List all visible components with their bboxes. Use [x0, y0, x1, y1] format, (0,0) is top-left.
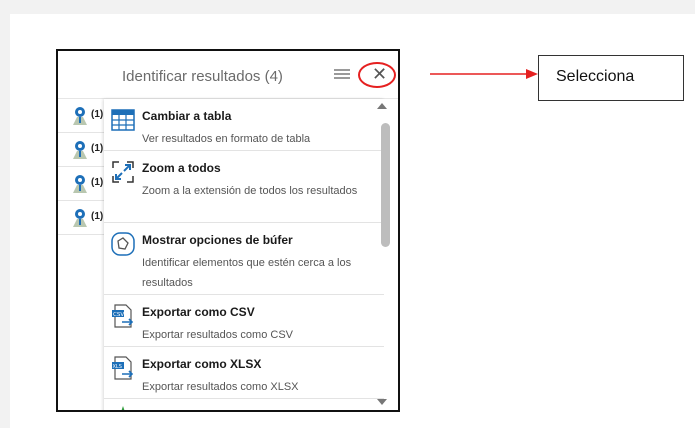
result-count: (1)	[91, 143, 104, 154]
menu-list-icon[interactable]	[334, 69, 350, 81]
annotation-arrow	[430, 69, 538, 79]
list-item[interactable]: (1)	[58, 167, 108, 201]
xlsx-export-icon: XLS	[112, 356, 134, 380]
shapefile-export-icon	[121, 406, 125, 410]
scroll-up-arrow-icon[interactable]	[377, 103, 387, 109]
scroll-down-arrow-icon[interactable]	[377, 399, 387, 405]
menu-item-label: Cambiar a tabla	[142, 109, 232, 123]
menu-item-buffer-options[interactable]: Mostrar opciones de búfer Identificar el…	[104, 223, 384, 295]
menu-item-description: Ver resultados en formato de tabla	[142, 133, 311, 145]
menu-item-zoom-to-all[interactable]: Zoom a todos Zoom a la extensión de todo…	[104, 151, 384, 223]
close-button[interactable]: ✕	[358, 62, 396, 88]
menu-item-label: Exportar como XLSX	[142, 357, 262, 371]
panel-header: Identificar resultados (4) ✕	[58, 51, 398, 99]
menu-item-label: Exportar como CSV	[142, 305, 255, 319]
menu-item-description: Exportar resultados como CSV	[142, 329, 294, 341]
csv-export-icon: CSV	[112, 304, 134, 328]
svg-text:XLS: XLS	[113, 364, 122, 370]
map-pin-icon	[73, 141, 87, 159]
callout-text: Selecciona	[556, 68, 635, 85]
menu-item-label: Mostrar opciones de búfer	[142, 233, 293, 247]
menu-item-partial[interactable]	[104, 399, 384, 410]
panel-title: Identificar resultados (4)	[122, 68, 283, 85]
options-menu: Cambiar a tabla Ver resultados en format…	[104, 99, 384, 410]
result-count: (1)	[91, 177, 104, 188]
identify-results-panel: Identificar resultados (4) ✕ (1) (1) (1)…	[56, 49, 400, 412]
buffer-icon	[111, 232, 135, 256]
scrollbar-thumb[interactable]	[381, 123, 390, 247]
result-count: (1)	[91, 211, 104, 222]
result-list: (1) (1) (1) (1)	[58, 99, 108, 410]
menu-item-label: Zoom a todos	[142, 161, 221, 175]
annotation-circle	[358, 62, 396, 88]
zoom-extent-icon	[112, 161, 134, 183]
list-item[interactable]: (1)	[58, 133, 108, 167]
menu-item-description: Identificar elementos que estén cerca a …	[142, 257, 352, 289]
map-pin-icon	[73, 107, 87, 125]
menu-item-description: Exportar resultados como XLSX	[142, 381, 299, 393]
table-icon	[111, 109, 135, 131]
menu-item-description: Zoom a la extensión de todos los resulta…	[142, 185, 358, 197]
menu-item-export-csv[interactable]: CSV Exportar como CSV Exportar resultado…	[104, 295, 384, 347]
list-item[interactable]: (1)	[58, 201, 108, 235]
annotation-callout: Selecciona	[538, 55, 684, 101]
result-count: (1)	[91, 109, 104, 120]
menu-item-export-xlsx[interactable]: XLS Exportar como XLSX Exportar resultad…	[104, 347, 384, 399]
svg-text:CSV: CSV	[113, 312, 124, 318]
menu-item-switch-to-table[interactable]: Cambiar a tabla Ver resultados en format…	[104, 99, 384, 151]
list-item[interactable]: (1)	[58, 99, 108, 133]
map-pin-icon	[73, 209, 87, 227]
map-pin-icon	[73, 175, 87, 193]
